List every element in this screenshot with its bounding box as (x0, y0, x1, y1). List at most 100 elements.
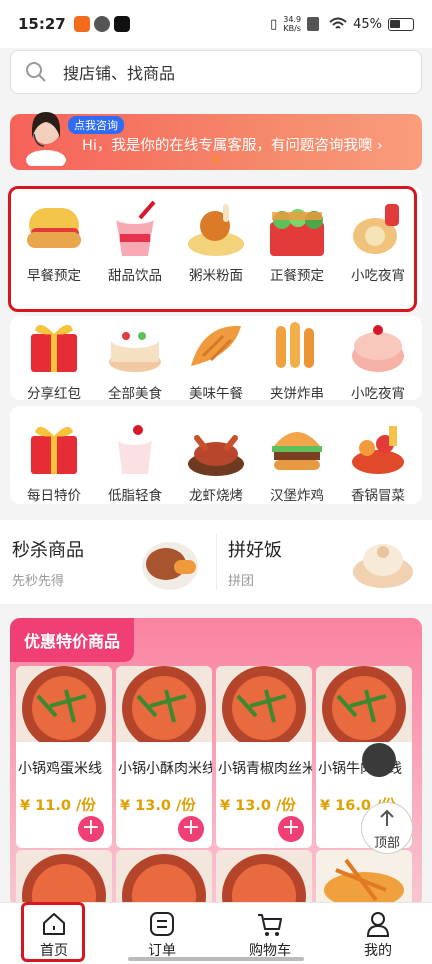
tab-label: 我的 (364, 943, 392, 959)
home-tab-highlight (21, 902, 85, 962)
product-price: ¥ 13.0 /份 (220, 798, 296, 814)
search-bar[interactable]: 搜店铺、找商品 (10, 50, 422, 94)
gift-box-icon (31, 324, 77, 372)
promo-subtitle: 拼团 (228, 574, 255, 589)
category-label: 小吃夜宵 (351, 386, 405, 402)
product-price: ¥ 11.0 /份 (20, 798, 96, 814)
croissant-icon (191, 325, 241, 366)
back-to-top-button[interactable]: 顶部 (361, 802, 413, 854)
milk-cup-icon (117, 425, 153, 474)
speed-value: 34.9 (283, 15, 302, 24)
vibrate-icon: ▯ (270, 16, 278, 32)
promo-title: 秒杀商品 (12, 540, 84, 561)
gift-box-icon (31, 426, 77, 474)
banner-message: Hi，我是你的在线专属客服，有问题咨询我噢 › (82, 138, 383, 154)
rice-noodle-image (116, 666, 212, 750)
arrow-up-icon (380, 809, 394, 826)
product-card-partial[interactable] (216, 850, 312, 908)
battery-icon (388, 17, 414, 31)
speed-unit: KB/s (283, 24, 301, 33)
product-name: 小锅青椒肉丝米线 (218, 761, 312, 777)
flash-sale-card[interactable]: 秒杀商品 先秒先得 (0, 520, 216, 604)
promo-section: 秒杀商品 先秒先得 拼好饭 拼团 (0, 520, 432, 604)
cart-icon (258, 914, 282, 936)
banner-page-indicator (213, 156, 220, 163)
add-to-cart-button[interactable]: + (78, 816, 104, 842)
user-icon (366, 912, 390, 937)
category-label: 夹饼炸串 (270, 386, 324, 402)
wifi-icon (329, 17, 347, 29)
status-bar: 15:27 ▯ 34.9 KB/s 45% (0, 0, 432, 48)
category-label: 全部美食 (108, 386, 162, 402)
product-price: ¥ 13.0 /份 (120, 798, 196, 814)
rice-noodle-image (16, 666, 112, 750)
network-speed: 34.9 KB/s (283, 15, 301, 33)
special-deals-section: 优惠特价商品 小锅鸡蛋米线 ¥ 11.0 /份 + 小锅小酥肉米线 ¥ 13.0… (10, 618, 422, 908)
app-notification-icon (73, 16, 90, 32)
product-card[interactable]: 小锅青椒肉丝米线 ¥ 13.0 /份 + (216, 666, 312, 848)
sim-icon (307, 17, 320, 31)
rice-noodle-image (216, 666, 312, 750)
rice-noodle-image (116, 850, 212, 908)
category-label: 美味午餐 (189, 386, 243, 402)
spicy-pot-icon (352, 426, 404, 474)
group-meal-card[interactable]: 拼好饭 拼团 (216, 520, 432, 604)
category-item-crayfish-bbq[interactable]: 龙虾烧烤 (176, 418, 256, 504)
category-item-all-food[interactable]: 全部美食 (95, 316, 175, 402)
category-item-skewers[interactable]: 夹饼炸串 (257, 316, 337, 402)
product-name: 小锅鸡蛋米线 (18, 761, 102, 777)
product-card-partial[interactable] (116, 850, 212, 908)
group-meal-food-image (353, 544, 413, 588)
category-label: 每日特价 (27, 488, 81, 504)
fries-image (316, 850, 412, 908)
category-item-lunch[interactable]: 美味午餐 (176, 316, 256, 402)
category-item-daily-special[interactable]: 每日特价 (14, 418, 94, 504)
search-icon (26, 62, 46, 82)
tab-cart[interactable]: 购物车 (216, 903, 324, 964)
status-time: 15:27 (18, 15, 66, 33)
category-item-light-meal[interactable]: 低脂轻食 (95, 418, 175, 504)
category-item-burger[interactable]: 汉堡炸鸡 (257, 418, 337, 504)
fries-icon (276, 322, 314, 368)
back-to-top-label: 顶部 (373, 836, 400, 851)
gesture-bar (128, 957, 304, 961)
category-item-night-snacks[interactable]: 小吃夜宵 (338, 316, 418, 402)
rice-noodle-image (216, 850, 312, 908)
tab-profile[interactable]: 我的 (324, 903, 432, 964)
add-to-cart-button[interactable]: + (278, 816, 304, 842)
search-placeholder: 搜店铺、找商品 (63, 64, 176, 83)
flash-sale-food-image (142, 542, 198, 590)
category-card-3: 每日特价 低脂轻食 龙虾烧烤 汉堡炸鸡 香锅冒菜 (10, 406, 422, 504)
cloud-icon (93, 16, 110, 32)
promo-title: 拼好饭 (228, 540, 282, 561)
product-name: 小锅小酥肉米线 (118, 761, 212, 777)
product-card[interactable]: 小锅鸡蛋米线 ¥ 11.0 /份 + (16, 666, 112, 848)
promo-subtitle: 先秒先得 (12, 574, 65, 589)
deals-title: 优惠特价商品 (10, 618, 135, 662)
macaron-icon (352, 325, 404, 372)
battery-percent: 45% (353, 16, 382, 32)
order-icon (150, 912, 174, 936)
category-label: 汉堡炸鸡 (270, 488, 324, 504)
product-card-partial[interactable] (316, 850, 412, 908)
rice-noodle-image (316, 666, 412, 750)
category-label: 分享红包 (27, 386, 81, 402)
category-row-highlight (8, 186, 417, 312)
product-card-partial[interactable] (16, 850, 112, 908)
category-item-spicy-pot[interactable]: 香锅冒菜 (338, 418, 418, 504)
category-label: 低脂轻食 (108, 488, 162, 504)
cake-icon (109, 332, 161, 372)
consult-tag[interactable]: 点我咨询 (68, 116, 124, 134)
add-to-cart-button[interactable]: + (178, 816, 204, 842)
scroll-indicator[interactable] (362, 743, 396, 777)
rice-noodle-image (16, 850, 112, 908)
product-card[interactable]: 小锅小酥肉米线 ¥ 13.0 /份 + (116, 666, 212, 848)
category-card-2: 分享红包 全部美食 美味午餐 夹饼炸串 小吃夜宵 (10, 316, 422, 402)
category-label: 龙虾烧烤 (189, 488, 243, 504)
customer-service-agent-avatar (26, 112, 66, 166)
category-item-share-redpacket[interactable]: 分享红包 (14, 316, 94, 402)
burger-icon (272, 432, 322, 470)
category-label: 香锅冒菜 (351, 488, 405, 504)
tab-orders[interactable]: 订单 (108, 903, 216, 964)
tiktok-icon (113, 16, 130, 32)
